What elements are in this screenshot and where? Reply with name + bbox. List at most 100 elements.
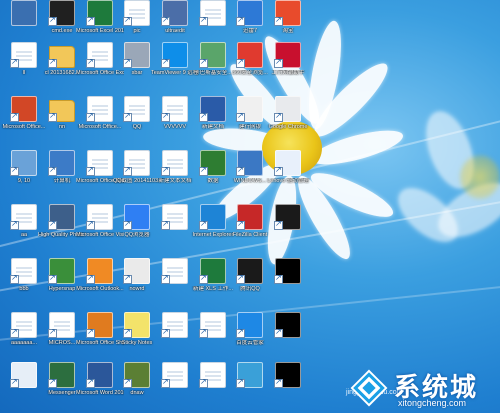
desktop-icon[interactable]: 迅雷7 bbox=[230, 0, 270, 46]
desktop-icon[interactable]: sbar bbox=[117, 42, 157, 88]
desktop-icon[interactable]: Microsoft Office Excel... bbox=[76, 42, 124, 88]
shortcut-arrow-icon bbox=[123, 219, 132, 230]
desktop-icon[interactable]: Microsoft Outlook... bbox=[76, 258, 124, 304]
desktop-icon[interactable]: 腾讯QQ bbox=[230, 258, 270, 304]
shortcut-arrow-icon bbox=[161, 327, 170, 338]
shortcut-arrow-icon bbox=[86, 219, 95, 230]
desktop-icon[interactable]: cmd.exe bbox=[42, 0, 82, 46]
desktop-icon[interactable]: aaaaaaa... bbox=[4, 312, 44, 358]
shortcut-arrow-icon bbox=[274, 273, 283, 284]
shortcut-arrow-icon bbox=[274, 327, 283, 338]
desktop-icon[interactable] bbox=[155, 204, 195, 250]
desktop-icon[interactable]: Google Chrome bbox=[268, 96, 308, 142]
desktop-icon[interactable]: High Quality Photo Resiz... bbox=[38, 204, 86, 250]
desktop-icon[interactable]: Microsoft Office... bbox=[79, 96, 121, 142]
desktop-icon[interactable]: Microsoft Office Sha... bbox=[76, 150, 124, 196]
desktop-icon[interactable]: VVVVVV bbox=[155, 96, 195, 142]
desktop-icon[interactable] bbox=[155, 258, 195, 304]
desktop-icon[interactable]: 新建 XLS 工作... bbox=[193, 258, 233, 304]
shortcut-arrow-icon bbox=[48, 273, 57, 284]
desktop-icon[interactable] bbox=[193, 362, 233, 408]
shortcut-arrow-icon bbox=[274, 57, 283, 68]
desktop-icon[interactable]: 新建文档 bbox=[193, 96, 233, 142]
desktop-icon-label: Google Chrome bbox=[268, 124, 308, 130]
shortcut-arrow-icon bbox=[236, 273, 245, 284]
shortcut-arrow-icon bbox=[86, 377, 95, 388]
desktop-icon[interactable] bbox=[230, 362, 270, 408]
desktop-icon[interactable]: 计算机 bbox=[42, 150, 82, 196]
shortcut-arrow-icon bbox=[48, 57, 57, 68]
shortcut-arrow-icon bbox=[86, 111, 95, 122]
desktop-icon-label: 淘宝 bbox=[282, 28, 294, 34]
shortcut-arrow-icon bbox=[236, 327, 245, 338]
shortcut-arrow-icon bbox=[86, 15, 95, 26]
desktop-icon[interactable]: Lenovo 驱动管理 bbox=[267, 150, 309, 196]
desktop-icon[interactable] bbox=[4, 0, 44, 46]
desktop-icon[interactable]: 卡巴斯基安全... bbox=[193, 42, 233, 88]
desktop-icon[interactable]: FileZilla Client bbox=[230, 204, 270, 250]
desktop-icon[interactable]: bbb bbox=[4, 258, 44, 304]
desktop-icon[interactable]: Microsoft Excel 2010 bbox=[76, 0, 124, 46]
shortcut-arrow-icon bbox=[48, 111, 57, 122]
desktop-icon[interactable]: Sticky Notes bbox=[117, 312, 157, 358]
shortcut-arrow-icon bbox=[274, 111, 283, 122]
desktop-icon[interactable]: 百度云管家 bbox=[230, 312, 270, 358]
shortcut-arrow-icon bbox=[274, 377, 283, 388]
desktop-icon[interactable]: TeamViewer 9 远程... bbox=[151, 42, 199, 88]
desktop-icon[interactable]: pic bbox=[117, 0, 157, 46]
desktop-icon[interactable]: Microsoft Word 2010 bbox=[76, 362, 124, 408]
desktop-icon[interactable] bbox=[4, 362, 44, 408]
desktop-icon[interactable]: Internet Explorer bbox=[193, 204, 233, 250]
desktop-icon[interactable]: aa bbox=[4, 204, 44, 250]
desktop-icon[interactable]: cl 20131682... bbox=[42, 42, 82, 88]
desktop-icon[interactable]: Microsoft Office... bbox=[3, 96, 45, 142]
desktop-icon[interactable]: QQ截图 20141103... bbox=[113, 150, 161, 196]
shortcut-arrow-icon bbox=[10, 57, 19, 68]
desktop-icon[interactable] bbox=[193, 312, 233, 358]
desktop-icon[interactable]: Messenger bbox=[42, 362, 82, 408]
shortcut-arrow-icon bbox=[199, 219, 208, 230]
desktop-icon[interactable]: Microsoft Office Share... bbox=[76, 312, 124, 358]
desktop-icon[interactable]: MICROS... bbox=[42, 312, 82, 358]
desktop-icon[interactable] bbox=[268, 312, 308, 358]
desktop-icon[interactable]: QQ bbox=[117, 96, 157, 142]
desktop-icon[interactable]: 数据 bbox=[193, 150, 233, 196]
shortcut-arrow-icon bbox=[10, 273, 19, 284]
shortcut-arrow-icon bbox=[10, 377, 19, 388]
desktop-icon[interactable] bbox=[193, 0, 233, 46]
desktop-icon[interactable] bbox=[268, 258, 308, 304]
shortcut-arrow-icon bbox=[123, 57, 132, 68]
desktop-icon[interactable]: Hypersnap bbox=[42, 258, 82, 304]
desktop-icon[interactable]: Microsoft Office Visio... bbox=[76, 204, 124, 250]
desktop-icon[interactable] bbox=[155, 362, 195, 408]
shortcut-arrow-icon bbox=[236, 165, 245, 176]
shortcut-arrow-icon bbox=[236, 219, 245, 230]
desktop-icon[interactable]: 新建文本文档 bbox=[155, 150, 195, 196]
desktop-icon[interactable]: ll bbox=[4, 42, 44, 88]
desktop-icon-label: FileZilla Client bbox=[232, 232, 268, 238]
desktop-icon[interactable]: WINDOWS... bbox=[230, 150, 270, 196]
shortcut-arrow-icon bbox=[199, 273, 208, 284]
desktop-icon[interactable]: ultraedit bbox=[155, 0, 195, 46]
desktop-icon-label: 工行网银助手 bbox=[271, 70, 305, 76]
application-icon bbox=[11, 0, 37, 26]
desktop-icon[interactable]: nowrd bbox=[117, 258, 157, 304]
shortcut-arrow-icon bbox=[161, 219, 170, 230]
desktop-icon[interactable]: nn bbox=[42, 96, 82, 142]
desktop-icon[interactable]: 360安全浏览... bbox=[230, 42, 270, 88]
desktop-icon[interactable] bbox=[268, 204, 308, 250]
shortcut-arrow-icon bbox=[199, 15, 208, 26]
desktop-icon[interactable]: 建行网银 bbox=[230, 96, 270, 142]
desktop-icon[interactable]: QQ浏览器 bbox=[117, 204, 157, 250]
shortcut-arrow-icon bbox=[123, 15, 132, 26]
desktop-icon[interactable]: 淘宝 bbox=[268, 0, 308, 46]
shortcut-arrow-icon bbox=[161, 273, 170, 284]
desktop-icon[interactable]: 9, 10 bbox=[4, 150, 44, 196]
desktop-icon[interactable]: dnaw bbox=[117, 362, 157, 408]
shortcut-arrow-icon bbox=[236, 57, 245, 68]
shortcut-arrow-icon bbox=[48, 165, 57, 176]
desktop-icon[interactable] bbox=[155, 312, 195, 358]
desktop-icon[interactable] bbox=[268, 362, 308, 408]
desktop-icon-label: ultraedit bbox=[165, 28, 185, 34]
desktop-icon[interactable]: 工行网银助手 bbox=[268, 42, 308, 88]
